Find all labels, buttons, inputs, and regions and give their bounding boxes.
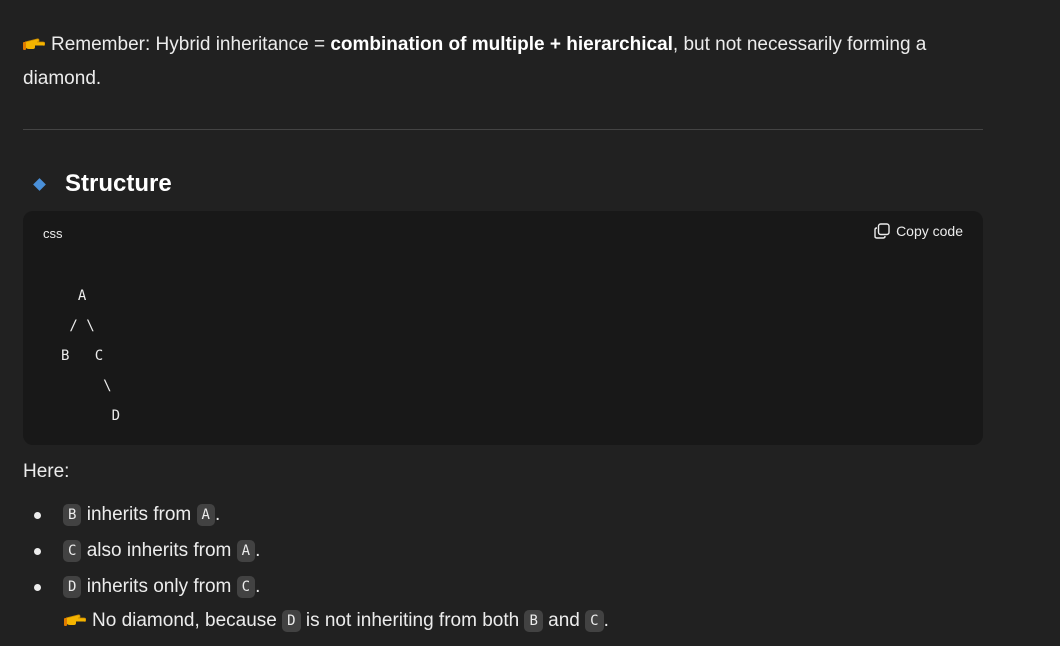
note-and: and (542, 610, 586, 631)
inline-code: A (236, 540, 256, 562)
bullet-icon (34, 548, 41, 555)
bullet-icon (34, 512, 41, 519)
note-end: . (603, 610, 609, 631)
copy-code-label: Copy code (896, 223, 963, 239)
inline-code: B (524, 610, 543, 632)
divider (23, 129, 983, 130)
pointing-hand-icon (23, 30, 46, 50)
note-prefix: No diamond, because (92, 610, 283, 631)
here-label: Here: (23, 461, 70, 482)
inline-code: D (63, 576, 82, 598)
pointing-hand-icon (64, 605, 87, 626)
code-content: A / \ B C \ D (61, 288, 121, 424)
note-middle: is not inheriting from both (300, 610, 525, 631)
heading-title: Structure (65, 170, 172, 197)
remember-prefix: Remember: Hybrid inheritance = (51, 34, 331, 55)
note-paragraph: No diamond, because D is not inheriting … (64, 603, 609, 639)
inheritance-list: B inherits from A. C also inherits from … (23, 497, 983, 605)
inline-code: D (282, 610, 301, 632)
chat-message: Remember: Hybrid inheritance = combinati… (0, 0, 1060, 646)
inline-code: C (63, 540, 82, 562)
remember-bold: combination of multiple + hierarchical (330, 34, 673, 55)
list-item-end: . (214, 504, 221, 525)
list-item: C also inherits from A. (23, 533, 983, 569)
list-item: D inherits only from C. (23, 569, 983, 605)
copy-code-button[interactable]: Copy code (874, 223, 963, 239)
list-item-text: also inherits from (81, 540, 237, 561)
list-item: B inherits from A. (23, 497, 983, 533)
remember-paragraph: Remember: Hybrid inheritance = combinati… (23, 28, 983, 96)
blue-diamond-icon (33, 177, 46, 191)
list-item-end: . (255, 576, 261, 597)
code-language-label: css (43, 226, 63, 241)
code-block: css Copy code A / \ B C \ D (23, 211, 983, 445)
inline-code: B (63, 504, 82, 526)
inline-code: C (585, 610, 604, 632)
list-item-text: inherits from (81, 504, 197, 525)
copy-icon (874, 223, 890, 239)
bullet-icon (34, 584, 41, 591)
inline-code: A (196, 504, 215, 526)
list-item-text: inherits only from (81, 576, 237, 597)
inline-code: C (236, 576, 256, 598)
section-heading: Structure (32, 166, 172, 202)
list-item-end: . (255, 540, 261, 561)
